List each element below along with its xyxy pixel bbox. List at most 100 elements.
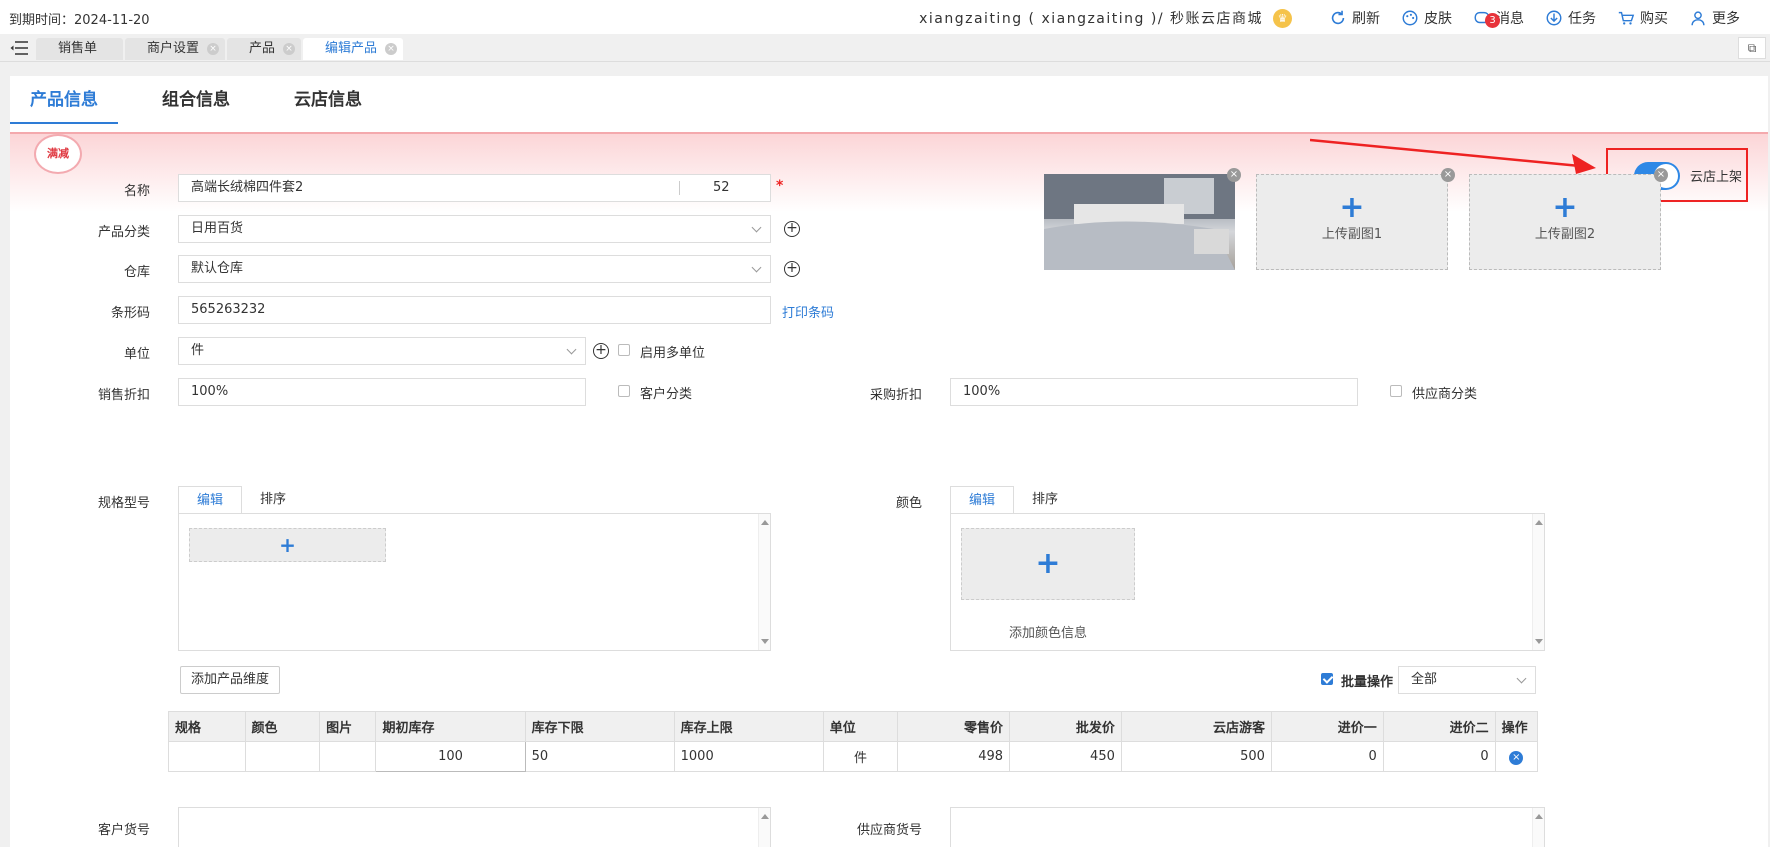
- menu-toggle-icon[interactable]: [10, 41, 28, 55]
- name-divider: [679, 181, 680, 195]
- print-barcode-link[interactable]: 打印条码: [782, 302, 834, 321]
- message-badge: 3: [1485, 13, 1500, 28]
- cell-cloud-guest[interactable]: 500: [1120, 741, 1272, 772]
- message-button[interactable]: 3 消息: [1472, 8, 1524, 28]
- cell-spec[interactable]: [168, 741, 246, 772]
- customer-sku-label: 客户货号: [97, 823, 150, 838]
- tab-product-info[interactable]: 产品信息: [10, 76, 118, 124]
- batch-scope-select[interactable]: 全部: [1398, 666, 1536, 694]
- category-select[interactable]: 日用百货: [178, 215, 771, 243]
- more-button[interactable]: 更多: [1688, 8, 1740, 28]
- cell-wholesale-price[interactable]: 450: [1009, 741, 1122, 772]
- unit-label: 单位: [123, 347, 150, 362]
- color-scrollbar[interactable]: [1532, 514, 1544, 650]
- close-icon[interactable]: ×: [385, 43, 398, 55]
- upload-sub-image-1[interactable]: + 上传副图1: [1256, 174, 1448, 270]
- refresh-button[interactable]: 刷新: [1328, 8, 1380, 28]
- purchase-discount-input[interactable]: 100%: [950, 378, 1358, 406]
- warehouse-select[interactable]: 默认仓库: [178, 255, 771, 283]
- supplier-sku-scrollbar[interactable]: [1532, 808, 1544, 847]
- spec-tab-sort[interactable]: 排序: [242, 486, 304, 514]
- upload-sub-image-2[interactable]: + 上传副图2: [1469, 174, 1661, 270]
- skin-label: 皮肤: [1424, 11, 1452, 27]
- required-mark: *: [776, 178, 784, 194]
- col-cost-2: 进价二: [1382, 711, 1496, 742]
- main-product-image[interactable]: [1044, 174, 1235, 270]
- add-dimension-button[interactable]: 添加产品维度: [180, 666, 281, 694]
- barcode-input[interactable]: 565263232: [178, 296, 771, 324]
- remove-image-icon[interactable]: ×: [1441, 168, 1455, 182]
- tab-merchant-settings[interactable]: 商户设置 ×: [125, 38, 226, 60]
- cell-stock-min[interactable]: 50: [524, 741, 675, 772]
- multi-unit-checkbox[interactable]: [618, 344, 630, 356]
- remove-image-icon[interactable]: ×: [1227, 168, 1241, 182]
- cell-stock-max[interactable]: 1000: [673, 741, 824, 772]
- name-input[interactable]: 高端长绒棉四件套2 52: [178, 174, 771, 202]
- cell-color[interactable]: [244, 741, 321, 772]
- add-unit-icon[interactable]: +: [593, 343, 609, 359]
- close-icon[interactable]: ×: [207, 43, 220, 55]
- upload-sub-image-1-label: 上传副图1: [1321, 227, 1383, 242]
- page-tabs: 销售单 商户设置 × 产品 × 编辑产品 ×: [36, 38, 405, 60]
- scroll-down-icon[interactable]: [1535, 639, 1543, 644]
- customer-category-checkbox[interactable]: [618, 385, 630, 397]
- table-header-row: 规格 颜色 图片 期初库存 库存下限 库存上限 单位 零售价 批发价 云店游客 …: [168, 711, 1539, 742]
- tab-label: 商户设置: [147, 41, 200, 56]
- purchase-discount-label: 采购折扣: [869, 388, 922, 403]
- add-spec-button[interactable]: +: [189, 528, 386, 562]
- skin-button[interactable]: 皮肤: [1400, 8, 1452, 28]
- cart-icon: [1616, 8, 1636, 28]
- upload-sub-image-2-label: 上传副图2: [1534, 227, 1596, 242]
- color-tab-edit[interactable]: 编辑: [950, 486, 1015, 514]
- supplier-category-checkbox[interactable]: [1390, 385, 1402, 397]
- content-tabs: 产品信息 组合信息 云店信息: [10, 76, 406, 124]
- tab-edit-product[interactable]: 编辑产品 ×: [303, 38, 404, 60]
- col-cost-1: 进价一: [1270, 711, 1384, 742]
- close-icon[interactable]: ×: [283, 43, 296, 55]
- warehouse-label: 仓库: [123, 265, 150, 280]
- add-warehouse-icon[interactable]: +: [784, 261, 800, 277]
- tab-sales-order[interactable]: 销售单: [36, 38, 124, 60]
- add-category-icon[interactable]: +: [784, 221, 800, 237]
- cell-opening-stock[interactable]: 100: [375, 741, 526, 772]
- supplier-sku-input[interactable]: [950, 807, 1545, 847]
- color-tab-sort[interactable]: 排序: [1014, 486, 1076, 514]
- scroll-down-icon[interactable]: [761, 639, 769, 644]
- warehouse-value: 默认仓库: [191, 261, 244, 276]
- delete-row-icon[interactable]: ×: [1509, 750, 1524, 765]
- scroll-up-icon[interactable]: [761, 520, 769, 525]
- more-label: 更多: [1712, 11, 1740, 27]
- cell-cost-1[interactable]: 0: [1270, 741, 1384, 772]
- customer-sku-scrollbar[interactable]: [758, 808, 770, 847]
- customer-sku-input[interactable]: [178, 807, 771, 847]
- unit-select[interactable]: 件: [178, 337, 586, 365]
- col-color: 颜色: [244, 711, 321, 742]
- palette-icon: [1400, 8, 1420, 28]
- col-wholesale-price: 批发价: [1009, 711, 1122, 742]
- crown-icon: ♛: [1273, 8, 1292, 28]
- cell-cost-2[interactable]: 0: [1382, 741, 1496, 772]
- refresh-icon: [1328, 8, 1348, 28]
- sales-discount-label: 销售折扣: [97, 388, 150, 403]
- task-button[interactable]: 任务: [1544, 8, 1596, 28]
- scroll-up-icon[interactable]: [1535, 814, 1543, 819]
- window-switch-button[interactable]: ⧉: [1738, 37, 1766, 59]
- batch-op-checkbox[interactable]: [1321, 673, 1333, 685]
- scroll-up-icon[interactable]: [1535, 520, 1543, 525]
- spec-scrollbar[interactable]: [758, 514, 770, 650]
- sales-discount-input[interactable]: 100%: [178, 378, 586, 406]
- tab-product[interactable]: 产品 ×: [227, 38, 302, 60]
- tab-cloud-store-info[interactable]: 云店信息: [274, 76, 382, 124]
- remove-image-icon[interactable]: ×: [1654, 168, 1668, 182]
- add-color-button[interactable]: +: [961, 528, 1135, 600]
- scroll-up-icon[interactable]: [761, 814, 769, 819]
- cell-retail-price[interactable]: 498: [897, 741, 1011, 772]
- table-row: 100 50 1000 件 498 450 500 0 0 ×: [168, 741, 1539, 772]
- cell-image[interactable]: [319, 741, 377, 772]
- multi-unit-label: 启用多单位: [640, 346, 706, 361]
- sku-table: 规格 颜色 图片 期初库存 库存下限 库存上限 单位 零售价 批发价 云店游客 …: [168, 711, 1539, 772]
- cell-unit[interactable]: 件: [822, 741, 899, 772]
- tab-combo-info[interactable]: 组合信息: [142, 76, 250, 124]
- spec-tab-edit[interactable]: 编辑: [178, 486, 243, 514]
- buy-button[interactable]: 购买: [1616, 8, 1668, 28]
